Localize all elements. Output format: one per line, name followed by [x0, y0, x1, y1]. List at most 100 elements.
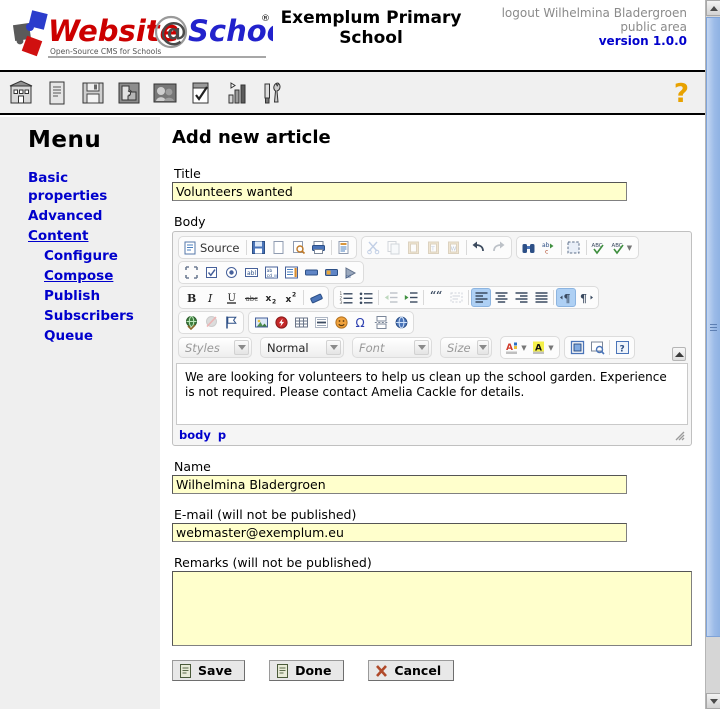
redo-button[interactable]	[489, 238, 509, 257]
toolbar-collapse-button[interactable]	[672, 347, 686, 361]
show-blocks-button[interactable]	[567, 338, 587, 357]
align-justify-button[interactable]	[531, 288, 551, 307]
anchor-button[interactable]	[221, 313, 241, 332]
numbered-list-button[interactable]: 1 2 3	[336, 288, 356, 307]
users-icon[interactable]	[152, 80, 178, 106]
templates-button[interactable]	[334, 238, 354, 257]
name-input[interactable]	[172, 475, 627, 494]
tools-icon[interactable]	[260, 80, 286, 106]
iframe-button[interactable]	[391, 313, 411, 332]
styles-combo[interactable]: Styles	[178, 337, 252, 358]
find-button[interactable]	[519, 238, 539, 257]
spellcheck-options-button[interactable]: ABC ▼	[609, 238, 636, 257]
title-input[interactable]	[172, 182, 627, 201]
page-scrollbar[interactable]	[705, 0, 720, 709]
bg-color-button[interactable]: A ▼	[530, 338, 557, 357]
blockquote-button[interactable]: “ “	[426, 288, 446, 307]
scroll-down-button[interactable]	[706, 693, 720, 709]
page-icon[interactable]	[44, 80, 70, 106]
font-combo[interactable]: Font	[352, 337, 432, 358]
select-field-button[interactable]	[281, 263, 301, 282]
undo-button[interactable]	[469, 238, 489, 257]
logout-link[interactable]: logout Wilhelmina Bladergroen	[467, 6, 687, 20]
new-page-button[interactable]	[269, 238, 289, 257]
indent-button[interactable]	[401, 288, 421, 307]
select-all-button[interactable]	[564, 238, 584, 257]
format-combo[interactable]: Normal	[260, 337, 344, 358]
sidebar-item-content[interactable]: Content	[28, 227, 88, 245]
fontsize-combo[interactable]: Size	[440, 337, 492, 358]
text-direction-ltr-button[interactable]: ¶	[556, 288, 576, 307]
editor-resize-handle[interactable]	[673, 429, 685, 441]
underline-button[interactable]: U	[221, 288, 241, 307]
strike-button[interactable]: abc	[241, 288, 261, 307]
sidebar-item-publish[interactable]: Publish	[44, 287, 100, 305]
special-char-button[interactable]: Ω	[351, 313, 371, 332]
replace-button[interactable]: ab c	[539, 238, 559, 257]
link-button[interactable]	[181, 313, 201, 332]
school-home-icon[interactable]	[8, 79, 34, 106]
paste-text-button[interactable]: T	[424, 238, 444, 257]
path-item-body[interactable]: body	[179, 428, 211, 442]
site-logo[interactable]: Website @ School Open-Source CMS for Sch…	[8, 8, 273, 64]
print-button[interactable]	[309, 238, 329, 257]
statistics-icon[interactable]	[224, 80, 250, 106]
spellcheck-button[interactable]: ABC	[589, 238, 609, 257]
radio-button[interactable]	[221, 263, 241, 282]
save-doc-button[interactable]	[249, 238, 269, 257]
remove-format-button[interactable]	[306, 288, 326, 307]
checklist-icon[interactable]	[188, 80, 214, 106]
remarks-textarea[interactable]	[172, 571, 692, 646]
help-icon[interactable]: ?	[674, 80, 689, 108]
text-field-button[interactable]: abl	[241, 263, 261, 282]
modules-puzzle-icon[interactable]	[116, 80, 142, 106]
scroll-up-button[interactable]	[706, 0, 720, 16]
bold-button[interactable]: B	[181, 288, 201, 307]
source-button[interactable]: Source	[181, 238, 244, 257]
scrollbar-thumb[interactable]	[706, 17, 720, 637]
text-color-button[interactable]: A ▼	[503, 338, 530, 357]
email-input[interactable]	[172, 523, 627, 542]
sidebar-item-configure[interactable]: Configure	[44, 247, 118, 265]
table-button[interactable]	[291, 313, 311, 332]
flash-button[interactable]	[271, 313, 291, 332]
create-div-button[interactable]	[446, 288, 466, 307]
button-field-button[interactable]	[301, 263, 321, 282]
page-break-button[interactable]	[371, 313, 391, 332]
editor-element-path[interactable]: body p	[179, 428, 233, 442]
form-button[interactable]	[181, 263, 201, 282]
subscript-button[interactable]: x 2	[261, 288, 281, 307]
align-right-button[interactable]	[511, 288, 531, 307]
unlink-button[interactable]	[201, 313, 221, 332]
paste-button[interactable]	[404, 238, 424, 257]
cut-button[interactable]	[364, 238, 384, 257]
save-button[interactable]: Save	[172, 660, 246, 681]
image-button-button[interactable]	[321, 263, 341, 282]
sidebar-item-queue[interactable]: Queue	[44, 327, 93, 345]
image-button[interactable]	[251, 313, 271, 332]
bulleted-list-button[interactable]	[356, 288, 376, 307]
textarea-button[interactable]: ab cd	[261, 263, 281, 282]
superscript-button[interactable]: x 2	[281, 288, 301, 307]
align-center-button[interactable]	[491, 288, 511, 307]
cancel-button[interactable]: Cancel	[368, 660, 455, 681]
done-button[interactable]: Done	[269, 660, 345, 681]
sidebar-item-basic-properties[interactable]: Basic properties	[28, 169, 128, 205]
sidebar-item-subscribers[interactable]: Subscribers	[44, 307, 134, 325]
maximize-button[interactable]	[587, 338, 607, 357]
floppy-disk-icon[interactable]	[80, 80, 106, 106]
about-button[interactable]: ?	[612, 338, 632, 357]
sidebar-item-advanced[interactable]: Advanced	[28, 207, 102, 225]
public-area-link[interactable]: public area	[467, 20, 687, 34]
text-direction-rtl-button[interactable]: ¶	[576, 288, 596, 307]
paste-word-button[interactable]: W	[444, 238, 464, 257]
sidebar-item-compose[interactable]: Compose	[44, 267, 113, 285]
align-left-button[interactable]	[471, 288, 491, 307]
outdent-button[interactable]	[381, 288, 401, 307]
horizontal-rule-button[interactable]	[311, 313, 331, 332]
italic-button[interactable]: I	[201, 288, 221, 307]
path-item-p[interactable]: p	[218, 428, 226, 442]
preview-button[interactable]	[289, 238, 309, 257]
checkbox-button[interactable]	[201, 263, 221, 282]
smiley-button[interactable]	[331, 313, 351, 332]
